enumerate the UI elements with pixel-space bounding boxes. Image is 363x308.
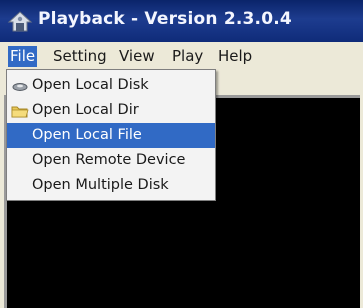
menu-bar: File Setting View Play Help bbox=[0, 42, 363, 69]
menu-help[interactable]: Help bbox=[216, 46, 254, 67]
menu-item-label: Open Local Disk bbox=[32, 77, 149, 93]
menu-item-label: Open Multiple Disk bbox=[32, 177, 169, 193]
menu-item-open-local-file[interactable]: Open Local File bbox=[7, 123, 215, 148]
menu-play[interactable]: Play bbox=[170, 46, 205, 67]
menu-item-open-local-dir[interactable]: Open Local Dir bbox=[7, 98, 215, 123]
disk-icon bbox=[12, 83, 28, 91]
menu-setting[interactable]: Setting bbox=[51, 46, 109, 67]
menu-item-open-multiple-disk[interactable]: Open Multiple Disk bbox=[7, 173, 215, 198]
folder-icon bbox=[11, 106, 29, 118]
menu-item-label: Open Local Dir bbox=[32, 102, 139, 118]
file-menu-dropdown: Open Local Disk Open Local Dir Open Loca… bbox=[6, 69, 216, 201]
menu-item-label: Open Local File bbox=[32, 127, 142, 143]
menu-item-label: Open Remote Device bbox=[32, 152, 186, 168]
menu-item-open-remote-device[interactable]: Open Remote Device bbox=[7, 148, 215, 173]
menu-item-open-local-disk[interactable]: Open Local Disk bbox=[7, 73, 215, 98]
menu-view[interactable]: View bbox=[117, 46, 157, 67]
title-bar[interactable]: Playback - Version 2.3.0.4 bbox=[0, 0, 363, 42]
playback-window: Playback - Version 2.3.0.4 File Setting … bbox=[0, 0, 363, 308]
menu-file[interactable]: File bbox=[8, 46, 38, 67]
app-icon bbox=[7, 11, 33, 32]
window-title: Playback - Version 2.3.0.4 bbox=[38, 9, 292, 29]
